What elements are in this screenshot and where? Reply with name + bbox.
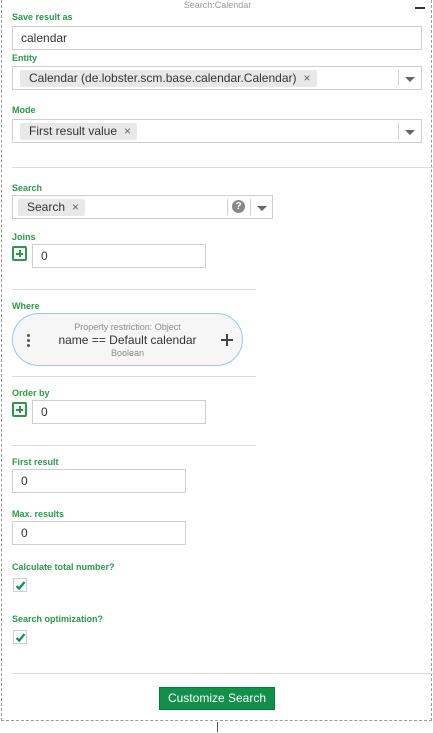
entity-dropdown-icon[interactable] [405, 77, 415, 82]
restriction-expression: name == Default calendar [58, 333, 197, 347]
customize-search-button[interactable]: Customize Search [159, 687, 275, 710]
help-icon[interactable]: ? [232, 200, 245, 213]
panel-title: Search:Calendar [183, 0, 252, 10]
search-label: Search [12, 183, 43, 193]
connector-line [217, 722, 218, 732]
divider [12, 445, 256, 446]
minimize-icon[interactable] [415, 3, 425, 13]
restriction-value-type: Boolean [110, 348, 145, 358]
max-results-field[interactable]: 0 [12, 521, 186, 545]
restriction-type: Property restriction: Object [74, 322, 181, 332]
first-result-label: First result [12, 457, 59, 467]
mode-remove-icon[interactable]: × [124, 124, 131, 138]
order-by-count-field[interactable]: 0 [32, 400, 206, 424]
where-label: Where [12, 301, 40, 311]
save-result-label: Save result as [12, 12, 73, 22]
mode-separator [398, 123, 399, 139]
first-result-field[interactable]: 0 [12, 469, 186, 493]
add-join-icon[interactable] [12, 246, 27, 261]
mode-dropdown-icon[interactable] [405, 130, 415, 135]
entity-chip: Calendar (de.lobster.scm.base.calendar.C… [20, 70, 317, 87]
search-chip: Search × [18, 199, 86, 216]
mode-label: Mode [12, 105, 36, 115]
mode-select[interactable]: First result value × [12, 119, 422, 143]
divider [12, 289, 256, 290]
entity-separator [398, 70, 399, 86]
joins-count-field[interactable]: 0 [32, 244, 206, 268]
checkmark-icon [15, 633, 26, 643]
mode-chip: First result value × [20, 123, 138, 140]
calculate-total-checkbox[interactable] [13, 578, 27, 592]
search-chip-label: Search [27, 200, 66, 214]
max-results-label: Max. results [12, 509, 65, 519]
search-optimization-checkbox[interactable] [13, 630, 27, 644]
add-order-icon[interactable] [12, 402, 27, 417]
divider [12, 167, 433, 168]
divider [12, 673, 433, 674]
save-result-input[interactable]: calendar [12, 26, 422, 50]
where-restriction-node[interactable]: Property restriction: Object name == Def… [12, 313, 243, 366]
calculate-total-label: Calculate total number? [12, 562, 115, 572]
search-dropdown-icon[interactable] [257, 206, 267, 211]
search-remove-icon[interactable]: × [72, 200, 79, 214]
entity-chip-label: Calendar (de.lobster.scm.base.calendar.C… [29, 71, 297, 85]
joins-label: Joins [12, 232, 36, 242]
search-separator-2 [250, 199, 251, 215]
divider [12, 376, 256, 377]
mode-chip-label: First result value [29, 124, 118, 138]
order-by-label: Order by [12, 388, 50, 398]
entity-remove-icon[interactable]: × [303, 71, 310, 85]
search-optimization-label: Search optimization? [12, 614, 104, 624]
search-separator-1 [227, 199, 228, 215]
checkmark-icon [15, 581, 26, 591]
entity-select[interactable]: Calendar (de.lobster.scm.base.calendar.C… [12, 66, 422, 90]
add-restriction-icon[interactable] [221, 334, 233, 346]
entity-label: Entity [12, 53, 38, 63]
